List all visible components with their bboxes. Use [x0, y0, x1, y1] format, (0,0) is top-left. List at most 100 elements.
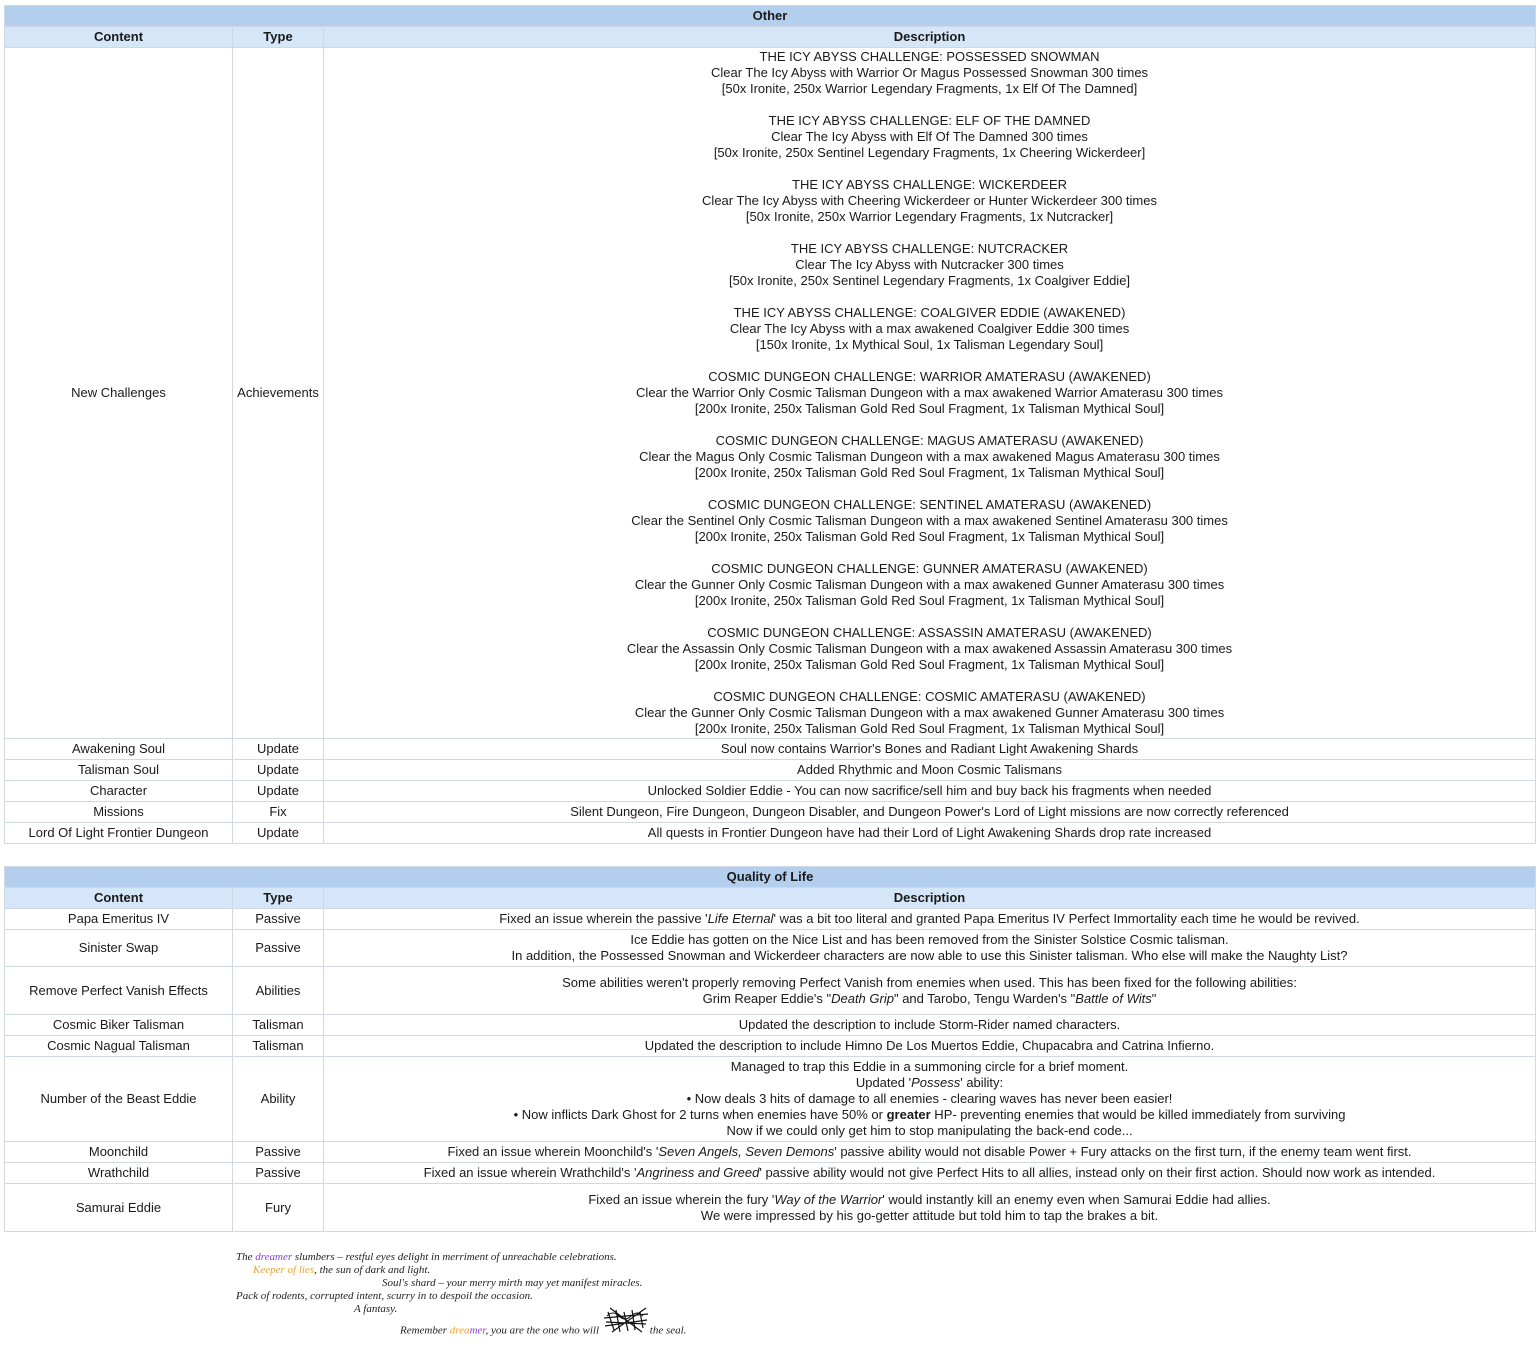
table-row: Cosmic Biker Talisman Talisman Updated the…	[4, 1014, 1536, 1036]
text-segment: Fixed an issue wherein Wrathchild's '	[423, 1165, 637, 1180]
challenge-requirement: Clear the Gunner Only Cosmic Talisman Du…	[634, 577, 1225, 592]
challenge-reward: [200x Ironite, 250x Talisman Gold Red So…	[694, 593, 1165, 608]
text-segment: • Now deals 3 hits of damage to all enem…	[686, 1091, 1173, 1106]
description-line: Fixed an issue wherein Moonchild's 'Seve…	[328, 1144, 1531, 1160]
text-segment: Updated the description to include Storm…	[738, 1017, 1121, 1032]
challenge-title: COSMIC DUNGEON CHALLENGE: GUNNER AMATERA…	[711, 561, 1148, 576]
type-cell: Talisman	[232, 1014, 324, 1036]
challenge-reward: [200x Ironite, 250x Talisman Gold Red So…	[694, 465, 1165, 480]
text-segment: HP- preventing enemies that would be kil…	[930, 1107, 1346, 1122]
header-type: Type	[232, 887, 324, 909]
challenge-title: COSMIC DUNGEON CHALLENGE: SENTINEL AMATE…	[707, 497, 1152, 512]
header-content: Content	[4, 26, 233, 48]
type-cell: Passive	[232, 1162, 324, 1184]
description-line: • Now inflicts Dark Ghost for 2 turns wh…	[328, 1107, 1531, 1123]
scribble-icon	[602, 1307, 650, 1346]
qol-title: Quality of Life	[4, 866, 1536, 888]
text-segment: Angriness and Greed	[636, 1165, 760, 1180]
content-cell: Remove Perfect Vanish Effects	[4, 966, 233, 1015]
text-segment: Possess	[911, 1075, 961, 1090]
poem-line: Keeper of lies, the sun of dark and ligh…	[253, 1264, 431, 1276]
description-cell: Ice Eddie has gotten on the Nice List an…	[323, 929, 1536, 967]
content-cell: Awakening Soul	[4, 738, 233, 760]
challenge-title: THE ICY ABYSS CHALLENGE: WICKERDEER	[792, 177, 1068, 192]
text-segment: Battle of Wits	[1075, 990, 1152, 1006]
description-line: Now if we could only get him to stop man…	[328, 1123, 1531, 1139]
challenge-requirement: Clear the Assassin Only Cosmic Talisman …	[626, 641, 1233, 656]
text-segment: ' passive ability would not disable Powe…	[834, 1144, 1412, 1159]
content-cell: Papa Emeritus IV	[4, 908, 233, 930]
challenge-title: COSMIC DUNGEON CHALLENGE: COSMIC AMATERA…	[713, 689, 1146, 704]
table-row: New Challenges Achievements THE ICY ABYS…	[4, 47, 1537, 739]
table-row: Samurai Eddie Fury Fixed an issue wherein …	[4, 1183, 1536, 1232]
poem-line: Soul's shard – your merry mirth may yet …	[382, 1277, 643, 1289]
text-segment: Fixed an issue wherein Moonchild's '	[447, 1144, 659, 1159]
poem-line: Pack of rodents, corrupted intent, scurr…	[236, 1290, 533, 1302]
other-title: Other	[3, 5, 1537, 27]
table-row: Character Update Unlocked Soldier Eddie - …	[4, 780, 1537, 802]
type-cell: Talisman	[232, 1035, 324, 1057]
challenge-requirement: Clear The Icy Abyss with a max awakened …	[729, 321, 1130, 336]
challenge-reward: [200x Ironite, 250x Talisman Gold Red So…	[694, 401, 1165, 416]
text-segment: ' was a bit too literal and granted Papa…	[773, 911, 1360, 926]
challenge-requirement: Clear the Sentinel Only Cosmic Talisman …	[631, 513, 1228, 528]
description-line: • Now deals 3 hits of damage to all enem…	[328, 1091, 1531, 1107]
description-line: Fixed an issue wherein Wrathchild's 'Ang…	[328, 1165, 1531, 1181]
challenge-title: COSMIC DUNGEON CHALLENGE: WARRIOR AMATER…	[708, 369, 1151, 384]
header-content: Content	[4, 887, 233, 909]
text-segment: Way of the Warrior	[774, 1191, 883, 1207]
text-segment: Updated the description to include Himno…	[644, 1038, 1215, 1053]
text-segment: ' passive ability would not give Perfect…	[759, 1165, 1436, 1180]
table-row: Cosmic Nagual Talisman Talisman Updated th…	[4, 1035, 1536, 1057]
description-line: Some abilities weren't properly removing…	[328, 975, 1531, 991]
table-row: Talisman Soul Update Added Rhythmic and Mo…	[4, 759, 1537, 781]
table-row: Number of the Beast Eddie Ability Managed …	[4, 1056, 1536, 1142]
other-table: Other Content Type Description New Chall…	[3, 5, 1537, 844]
description-cell: Updated the description to include Storm…	[323, 1014, 1536, 1036]
text-segment: Updated '	[855, 1075, 912, 1090]
description-cell: Unlocked Soldier Eddie - You can now sac…	[322, 780, 1537, 802]
description-line: Ice Eddie has gotten on the Nice List an…	[328, 932, 1531, 948]
challenge-title: COSMIC DUNGEON CHALLENGE: ASSASSIN AMATE…	[707, 625, 1152, 640]
text-segment: " and Tarobo, Tengu Warden's "	[893, 990, 1076, 1006]
text-segment: Ice Eddie has gotten on the Nice List an…	[630, 932, 1229, 947]
content-cell: Samurai Eddie	[4, 1183, 233, 1232]
text-segment: ' ability:	[960, 1075, 1004, 1090]
content-cell: Number of the Beast Eddie	[4, 1056, 233, 1142]
description-line: Fixed an issue wherein the fury 'Way of …	[328, 1192, 1531, 1208]
description-line: In addition, the Possessed Snowman and W…	[328, 948, 1531, 964]
description-line: Updated the description to include Storm…	[328, 1017, 1531, 1033]
description-line: Managed to trap this Eddie in a summonin…	[328, 1059, 1531, 1075]
challenge-title: THE ICY ABYSS CHALLENGE: ELF OF THE DAMN…	[768, 113, 1091, 128]
table-row: Lord Of Light Frontier Dungeon Update All …	[4, 822, 1537, 844]
challenge-requirement: Clear The Icy Abyss with Warrior Or Magu…	[710, 65, 1149, 80]
challenge-reward: [50x Ironite, 250x Sentinel Legendary Fr…	[713, 145, 1146, 160]
description-cell: Silent Dungeon, Fire Dungeon, Dungeon Di…	[322, 801, 1537, 823]
poem-line: A fantasy.	[354, 1303, 398, 1315]
type-cell: Fix	[232, 801, 324, 823]
text-segment: • Now inflicts Dark Ghost for 2 turns wh…	[513, 1107, 887, 1122]
type-cell: Abilities	[232, 966, 324, 1015]
challenge-reward: [50x Ironite, 250x Sentinel Legendary Fr…	[728, 273, 1131, 288]
table-row: Awakening Soul Update Soul now contains Wa…	[4, 738, 1537, 760]
text-segment: "	[1151, 990, 1157, 1006]
challenge-requirement: Clear the Magus Only Cosmic Talisman Dun…	[639, 449, 1220, 464]
text-segment: Some abilities weren't properly removing…	[562, 974, 1297, 990]
qol-table: Quality of Life Content Type Description…	[4, 866, 1536, 1232]
table-row: Wrathchild Passive Fixed an issue wherein …	[4, 1162, 1536, 1184]
challenge-requirement: Clear the Gunner Only Cosmic Talisman Du…	[634, 705, 1225, 720]
challenge-reward: [50x Ironite, 250x Warrior Legendary Fra…	[721, 81, 1138, 96]
content-cell: Cosmic Nagual Talisman	[4, 1035, 233, 1057]
text-segment: Fixed an issue wherein the passive '	[499, 911, 708, 926]
challenge-reward: [200x Ironite, 250x Talisman Gold Red So…	[694, 721, 1165, 736]
description-cell: Managed to trap this Eddie in a summonin…	[323, 1056, 1536, 1142]
text-segment: Seven Angels, Seven Demons	[658, 1144, 835, 1159]
type-cell: Achievements	[232, 47, 324, 739]
challenge-reward: [200x Ironite, 250x Talisman Gold Red So…	[694, 657, 1165, 672]
challenge-requirement: Clear The Icy Abyss with Nutcracker 300 …	[795, 257, 1064, 272]
table-row: Moonchild Passive Fixed an issue wherein M…	[4, 1141, 1536, 1163]
content-cell: Wrathchild	[4, 1162, 233, 1184]
text-segment: greater	[886, 1107, 931, 1122]
type-cell: Update	[232, 738, 324, 760]
content-cell: Missions	[4, 801, 233, 823]
